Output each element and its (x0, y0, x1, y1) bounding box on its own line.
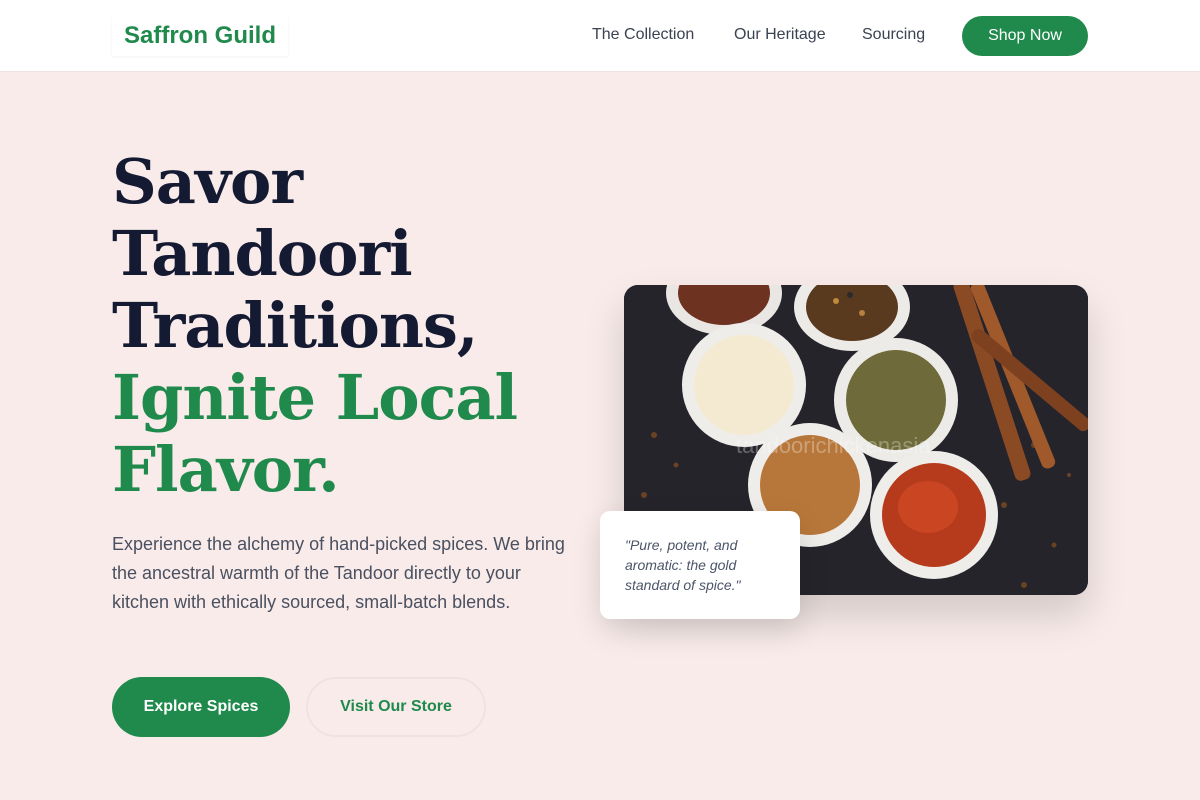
hero-description: Experience the alchemy of hand-picked sp… (112, 534, 565, 612)
hero-title-accent-line: Ignite Local (112, 361, 518, 434)
hero-title-line: Tandoori (112, 217, 413, 290)
nav-link-heritage[interactable]: Our Heritage (734, 26, 826, 44)
explore-spices-button[interactable]: Explore Spices (112, 677, 290, 737)
hero-title-line: Traditions, (112, 289, 478, 362)
hero-title-accent-line: Flavor. (112, 433, 340, 506)
testimonial-card: "Pure, potent, and aromatic: the gold st… (600, 511, 800, 619)
hero-title: Savor Tandoori Traditions, Ignite Local … (112, 146, 592, 506)
shop-now-button[interactable]: Shop Now (962, 16, 1088, 56)
site-header: Saffron Guild The Collection Our Heritag… (0, 0, 1200, 72)
visit-store-button[interactable]: Visit Our Store (306, 677, 486, 737)
brand-logo[interactable]: Saffron Guild (112, 16, 288, 56)
nav-link-sourcing[interactable]: Sourcing (862, 26, 925, 44)
image-watermark: tandoorichickenasia (736, 433, 931, 458)
testimonial-quote: "Pure, potent, and aromatic: the gold st… (625, 537, 741, 593)
nav-link-collection[interactable]: The Collection (592, 26, 694, 44)
hero-title-line: Savor (112, 145, 303, 218)
